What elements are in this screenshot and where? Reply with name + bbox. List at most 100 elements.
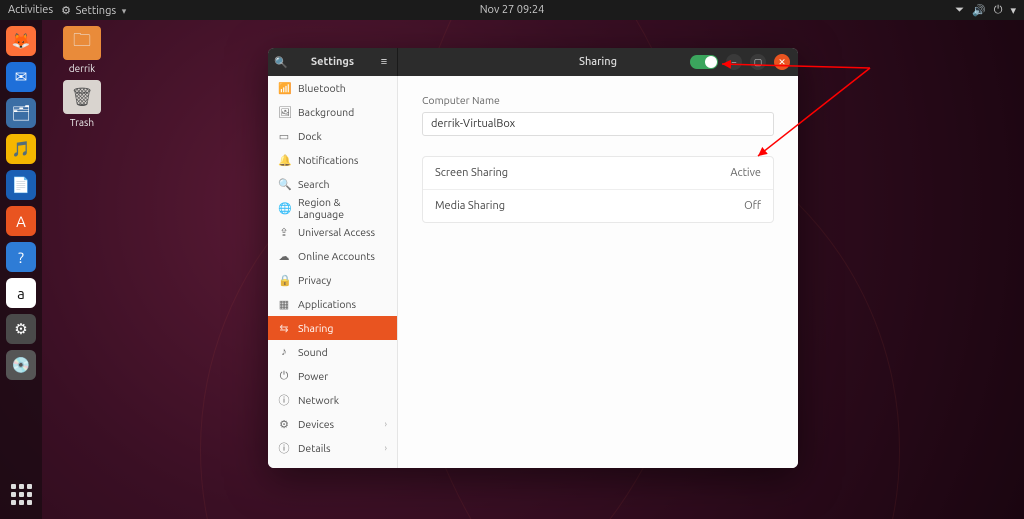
system-menu-chevron-icon[interactable]: ▾ — [1010, 4, 1016, 17]
dock-firefox-icon[interactable]: 🦊 — [6, 26, 36, 56]
maximize-button[interactable]: ▢ — [750, 54, 766, 70]
search-button[interactable]: 🔍 — [268, 48, 294, 76]
appmenu-label: Settings — [76, 5, 117, 17]
settings-sidebar: 📶 Bluetooth 🖼Background ▭ Dock 🔔 Notifications… — [268, 76, 398, 468]
folder-icon: 🗀 — [63, 26, 101, 60]
search-icon: 🔍 — [278, 178, 290, 191]
sharing-options-list: Screen Sharing Active Media Sharing Off — [422, 156, 774, 223]
dock-software-icon[interactable]: A — [6, 206, 36, 236]
network-indicator-icon[interactable]: ⏷ — [955, 4, 964, 17]
sharing-icon: ⇆ — [278, 322, 290, 335]
sidebar-item-online-accounts[interactable]: ☁ Online Accounts — [268, 244, 397, 268]
sharing-row-screen-sharing[interactable]: Screen Sharing Active — [423, 157, 773, 189]
desktop-home-label: derrik — [52, 63, 112, 74]
sharing-master-toggle[interactable] — [690, 55, 718, 69]
applications-icon: ▦ — [278, 298, 290, 311]
online-accounts-icon: ☁ — [278, 250, 290, 263]
desktop-trash-label: Trash — [52, 117, 112, 128]
sidebar-item-label: Sharing — [298, 322, 333, 334]
gear-icon: ⚙ — [61, 4, 73, 16]
sharing-row-label: Screen Sharing — [435, 167, 508, 179]
sharing-row-media-sharing[interactable]: Media Sharing Off — [423, 189, 773, 222]
network-icon: ⓘ — [278, 392, 290, 408]
privacy-icon: 🔒 — [278, 274, 290, 287]
dock-icon: ▭ — [278, 130, 290, 143]
sidebar-item-label: Power — [298, 370, 328, 382]
sidebar-item-label: Sound — [298, 346, 328, 358]
settings-window: 🔍 Settings ≡ Sharing – ▢ ✕ 📶 Bluetooth 🖼Ba… — [268, 48, 798, 468]
desktop-home-folder[interactable]: 🗀 derrik — [52, 26, 112, 74]
computer-name-input[interactable] — [422, 112, 774, 136]
sidebar-item-background[interactable]: 🖼Background — [268, 100, 397, 124]
sidebar-item-label: Notifications — [298, 154, 359, 166]
notifications-icon: 🔔 — [278, 154, 290, 167]
settings-content: Computer Name Screen Sharing Active Media … — [398, 76, 798, 468]
minimize-button[interactable]: – — [726, 54, 742, 70]
devices-icon: ⚙ — [278, 418, 290, 431]
sidebar-title: Settings — [294, 56, 371, 68]
sidebar-item-label: Online Accounts — [298, 250, 375, 262]
dock-settings-icon[interactable]: ⚙ — [6, 314, 36, 344]
power-icon: ⏻ — [278, 370, 290, 383]
page-title: Sharing — [579, 56, 617, 68]
sidebar-item-sharing[interactable]: ⇆ Sharing — [268, 316, 397, 340]
bluetooth-icon: 📶 — [278, 82, 290, 95]
sharing-row-label: Media Sharing — [435, 200, 505, 212]
sidebar-item-bluetooth[interactable]: 📶 Bluetooth — [268, 76, 397, 100]
hamburger-icon: ≡ — [381, 56, 387, 68]
sidebar-item-applications[interactable]: ▦ Applications — [268, 292, 397, 316]
details-icon: ⓘ — [278, 440, 290, 456]
dock-amazon-icon[interactable]: a — [6, 278, 36, 308]
sidebar-item-devices[interactable]: ⚙ Devices › — [268, 412, 397, 436]
sidebar-item-label: Search — [298, 178, 330, 190]
dock-help-icon[interactable]: ? — [6, 242, 36, 272]
sharing-row-status: Off — [744, 200, 761, 212]
sidebar-item-region-language[interactable]: 🌐 Region & Language — [268, 196, 397, 220]
sidebar-item-label: Details — [298, 442, 331, 454]
background-icon: 🖼 — [278, 106, 290, 119]
sidebar-item-power[interactable]: ⏻ Power — [268, 364, 397, 388]
activities-button[interactable]: Activities — [8, 4, 53, 16]
sidebar-item-privacy[interactable]: 🔒 Privacy — [268, 268, 397, 292]
sidebar-item-details[interactable]: ⓘ Details › — [268, 436, 397, 460]
sidebar-item-label: Dock — [298, 130, 322, 142]
hamburger-menu-button[interactable]: ≡ — [371, 48, 397, 76]
computer-name-label: Computer Name — [422, 94, 774, 106]
sidebar-item-label: Applications — [298, 298, 356, 310]
volume-icon[interactable]: 🔊 — [972, 4, 986, 17]
universal-access-icon: ⇪ — [278, 226, 290, 239]
close-button[interactable]: ✕ — [774, 54, 790, 70]
sidebar-item-label: Universal Access — [298, 226, 375, 238]
power-icon[interactable]: ⏻ — [994, 4, 1003, 17]
region-language-icon: 🌐 — [278, 202, 290, 215]
appmenu-button[interactable]: ⚙ Settings — [61, 4, 126, 17]
show-applications-button[interactable] — [6, 479, 36, 509]
chevron-right-icon: › — [384, 443, 387, 453]
sound-icon: ♪ — [278, 346, 290, 358]
search-icon: 🔍 — [274, 56, 288, 69]
sidebar-item-dock[interactable]: ▭ Dock — [268, 124, 397, 148]
sidebar-item-notifications[interactable]: 🔔 Notifications — [268, 148, 397, 172]
dock-thunderbird-icon[interactable]: ✉ — [6, 62, 36, 92]
launcher-dock: 🦊 ✉ 🗂 🎵 📄 A ? a ⚙ 💿 — [0, 20, 42, 519]
sidebar-item-label: Region & Language — [298, 196, 387, 220]
dock-disc-icon[interactable]: 💿 — [6, 350, 36, 380]
sidebar-item-universal-access[interactable]: ⇪ Universal Access — [268, 220, 397, 244]
desktop-trash[interactable]: 🗑 Trash — [52, 80, 112, 128]
chevron-right-icon: › — [384, 419, 387, 429]
trash-icon: 🗑 — [63, 80, 101, 114]
apps-grid-icon — [11, 484, 32, 505]
sharing-row-status: Active — [730, 167, 761, 179]
sidebar-item-label: Privacy — [298, 274, 331, 286]
top-panel: Activities ⚙ Settings Nov 27 09:24 ⏷ 🔊 ⏻… — [0, 0, 1024, 20]
sidebar-item-sound[interactable]: ♪ Sound — [268, 340, 397, 364]
dock-files-icon[interactable]: 🗂 — [6, 98, 36, 128]
sidebar-item-search[interactable]: 🔍 Search — [268, 172, 397, 196]
sidebar-item-label: Network — [298, 394, 339, 406]
dock-writer-icon[interactable]: 📄 — [6, 170, 36, 200]
sidebar-item-label: Bluetooth — [298, 82, 346, 94]
sidebar-item-network[interactable]: ⓘ Network — [268, 388, 397, 412]
sidebar-item-label: Devices — [298, 418, 334, 430]
dock-rhythmbox-icon[interactable]: 🎵 — [6, 134, 36, 164]
clock[interactable]: Nov 27 09:24 — [480, 4, 545, 16]
